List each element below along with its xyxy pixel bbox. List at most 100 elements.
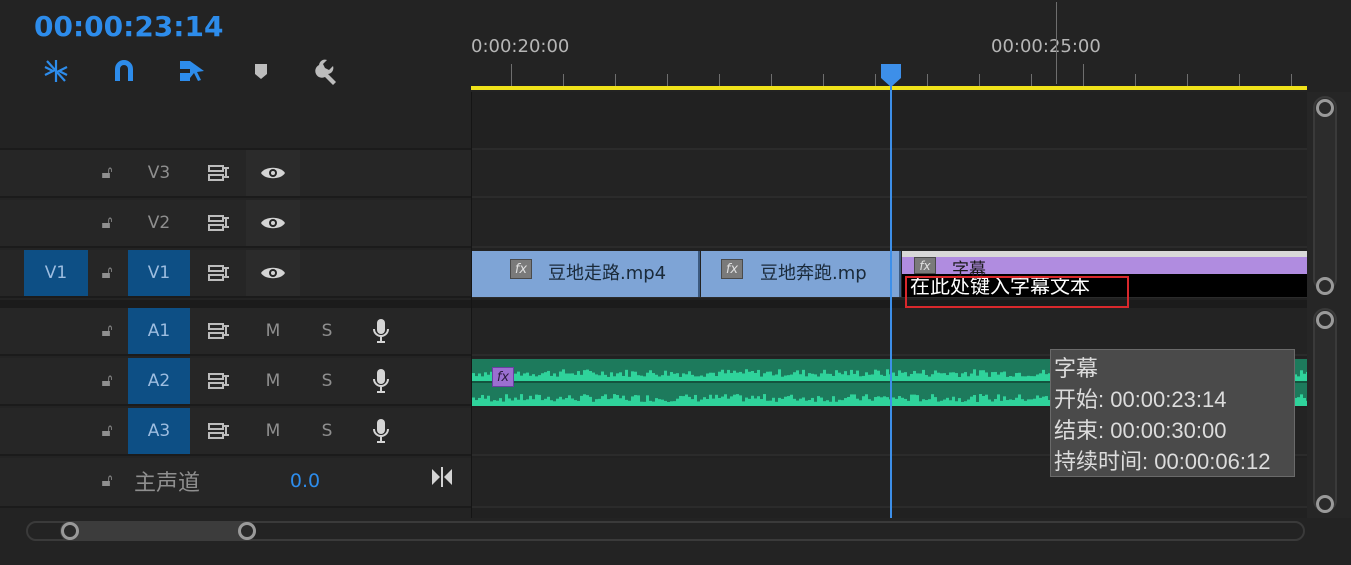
insert-overwrite-icon[interactable] bbox=[41, 56, 71, 86]
waveform-bar bbox=[637, 395, 640, 406]
waveform-bar bbox=[1033, 376, 1036, 381]
scrollbar-handle-left[interactable] bbox=[61, 522, 79, 540]
eye-icon[interactable] bbox=[246, 200, 300, 246]
mute-button[interactable]: M bbox=[246, 358, 300, 404]
scrollbar-handle-bottom[interactable] bbox=[1316, 495, 1334, 513]
track-label-a3[interactable]: A3 bbox=[128, 408, 190, 454]
source-patch-v1[interactable]: V1 bbox=[24, 250, 88, 296]
linked-selection-icon[interactable] bbox=[177, 56, 207, 86]
waveform-bar bbox=[550, 400, 553, 406]
playhead-timecode[interactable]: 00:00:23:14 bbox=[34, 10, 223, 43]
track-header-a1[interactable]: 🔓︎ A1 M S bbox=[0, 308, 471, 356]
waveform-bar bbox=[490, 401, 493, 406]
waveform-bar bbox=[724, 373, 727, 381]
master-track-toggle-icon[interactable] bbox=[420, 454, 464, 500]
waveform-bar bbox=[979, 370, 982, 381]
fx-badge[interactable]: fx bbox=[914, 257, 936, 274]
lock-icon[interactable]: 🔓︎ bbox=[88, 200, 126, 246]
sync-lock-icon[interactable] bbox=[192, 308, 246, 354]
fx-badge[interactable]: fx bbox=[721, 259, 743, 279]
lock-icon[interactable]: 🔓︎ bbox=[88, 150, 126, 196]
track-label-a2[interactable]: A2 bbox=[128, 358, 190, 404]
waveform-bar bbox=[508, 398, 511, 406]
waveform-bar bbox=[697, 376, 700, 381]
waveform-bar bbox=[949, 400, 952, 406]
waveform-bar bbox=[910, 394, 913, 406]
fx-badge[interactable]: fx bbox=[492, 367, 514, 387]
track-header-v3[interactable]: 🔓︎ V3 bbox=[0, 150, 471, 198]
waveform-bar bbox=[643, 401, 646, 406]
waveform-bar bbox=[937, 401, 940, 406]
time-ruler[interactable]: 0:00:20:00 00:00:25:00 bbox=[471, 0, 1307, 92]
waveform-bar bbox=[499, 398, 502, 406]
track-header-a2[interactable]: 🔓︎ A2 M S bbox=[0, 358, 471, 406]
track-label-a1[interactable]: A1 bbox=[128, 308, 190, 354]
fx-badge[interactable]: fx bbox=[510, 259, 532, 279]
lock-icon[interactable]: 🔓︎ bbox=[88, 308, 126, 354]
waveform-bar bbox=[658, 376, 661, 381]
waveform-bar bbox=[496, 400, 499, 406]
waveform-bar bbox=[1021, 376, 1024, 381]
waveform-bar bbox=[823, 401, 826, 406]
waveform-bar bbox=[766, 400, 769, 406]
track-header-master[interactable]: 🔓︎ 主声道 0.0 bbox=[0, 458, 471, 508]
sync-lock-icon[interactable] bbox=[192, 200, 246, 246]
sync-lock-icon[interactable] bbox=[192, 358, 246, 404]
wrench-icon[interactable] bbox=[313, 56, 343, 86]
waveform-bar bbox=[874, 369, 877, 381]
waveform-bar bbox=[1021, 399, 1024, 406]
track-label-v3[interactable]: V3 bbox=[128, 150, 190, 196]
track-header-a3[interactable]: 🔓︎ A3 M S bbox=[0, 408, 471, 456]
sync-lock-icon[interactable] bbox=[192, 250, 246, 296]
work-area-bar[interactable] bbox=[471, 86, 1307, 90]
waveform-bar bbox=[679, 376, 682, 381]
track-header-footer bbox=[0, 508, 471, 518]
solo-button[interactable]: S bbox=[300, 358, 354, 404]
waveform-bar bbox=[757, 396, 760, 406]
video-clip-1[interactable]: fx 豆地走路.mp4 bbox=[472, 251, 700, 297]
scrollbar-handle-top[interactable] bbox=[1316, 311, 1334, 329]
marker-icon[interactable] bbox=[246, 56, 276, 86]
vertical-scrollbar-area[interactable] bbox=[1307, 92, 1351, 518]
video-clip-2[interactable]: fx 豆地奔跑.mp bbox=[701, 251, 901, 297]
horizontal-scrollbar-thumb[interactable] bbox=[60, 521, 256, 541]
track-header-v2[interactable]: 🔓︎ V2 bbox=[0, 200, 471, 248]
lock-icon[interactable]: 🔓︎ bbox=[88, 358, 126, 404]
scrollbar-handle-right[interactable] bbox=[238, 522, 256, 540]
mute-button[interactable]: M bbox=[246, 308, 300, 354]
audio-vertical-scrollbar[interactable] bbox=[1313, 308, 1337, 512]
mute-button[interactable]: M bbox=[246, 408, 300, 454]
lock-icon[interactable]: 🔓︎ bbox=[88, 458, 126, 504]
microphone-icon[interactable] bbox=[354, 308, 408, 354]
microphone-icon[interactable] bbox=[354, 358, 408, 404]
eye-icon[interactable] bbox=[246, 150, 300, 196]
waveform-bar bbox=[718, 398, 721, 406]
sync-lock-icon[interactable] bbox=[192, 150, 246, 196]
lock-icon[interactable]: 🔓︎ bbox=[88, 250, 126, 296]
scrollbar-handle-top[interactable] bbox=[1316, 99, 1334, 117]
scrollbar-handle-bottom[interactable] bbox=[1316, 277, 1334, 295]
master-volume-value[interactable]: 0.0 bbox=[270, 458, 340, 504]
video-audio-divider[interactable] bbox=[0, 300, 471, 308]
waveform-bar bbox=[1012, 376, 1015, 381]
lock-icon[interactable]: 🔓︎ bbox=[88, 408, 126, 454]
waveform-bar bbox=[517, 399, 520, 406]
waveform-bar bbox=[877, 370, 880, 381]
waveform-bar bbox=[514, 373, 517, 381]
track-label-v2[interactable]: V2 bbox=[128, 200, 190, 246]
track-label-v1[interactable]: V1 bbox=[128, 250, 190, 296]
solo-button[interactable]: S bbox=[300, 308, 354, 354]
waveform-bar bbox=[766, 371, 769, 381]
solo-button[interactable]: S bbox=[300, 408, 354, 454]
video-vertical-scrollbar[interactable] bbox=[1313, 96, 1337, 291]
playhead-line[interactable] bbox=[890, 84, 892, 518]
sync-lock-icon[interactable] bbox=[192, 408, 246, 454]
eye-icon[interactable] bbox=[246, 250, 300, 296]
ruler-tick bbox=[823, 74, 824, 86]
track-header-v1[interactable]: V1 🔓︎ V1 bbox=[0, 250, 471, 298]
waveform-bar bbox=[646, 372, 649, 381]
waveform-bar bbox=[538, 375, 541, 381]
microphone-icon[interactable] bbox=[354, 408, 408, 454]
master-track-label: 主声道 bbox=[134, 471, 201, 496]
snap-magnet-icon[interactable] bbox=[109, 56, 139, 86]
